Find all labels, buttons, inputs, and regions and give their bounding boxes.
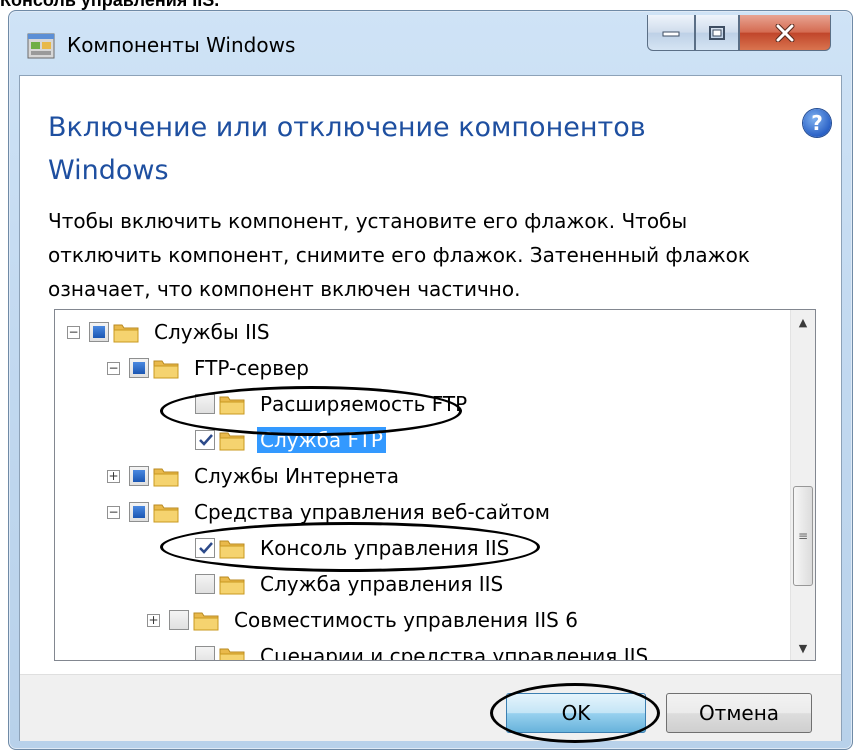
heading-line-2: Windows <box>48 155 169 186</box>
tree-item-label: Средства управления веб-сайтом <box>194 500 550 524</box>
tree-item-label: Службы Интернета <box>194 464 400 488</box>
feature-checkbox[interactable] <box>89 322 109 342</box>
collapse-icon[interactable]: − <box>67 325 80 339</box>
maximize-button[interactable] <box>695 15 739 51</box>
feature-checkbox[interactable] <box>195 394 215 414</box>
tree-item[interactable]: Расширяемость FTP <box>173 386 470 422</box>
tree-item-label: Служба управления IIS <box>260 572 504 596</box>
page-caption: Консоль управления IIS. <box>0 0 220 10</box>
folder-icon <box>153 500 179 524</box>
ok-button[interactable]: OK <box>506 693 646 733</box>
feature-checkbox[interactable] <box>129 466 149 486</box>
tree-item[interactable]: Служба FTP <box>173 422 386 458</box>
feature-checkbox[interactable] <box>195 430 215 450</box>
folder-icon <box>219 392 245 416</box>
tree-item[interactable]: − FTP-сервер <box>107 350 312 386</box>
feature-checkbox[interactable] <box>195 574 215 594</box>
feature-checkbox[interactable] <box>129 358 149 378</box>
collapse-icon[interactable]: − <box>107 505 120 519</box>
folder-icon <box>219 572 245 596</box>
tree-item-label: Совместимость управления IIS 6 <box>234 608 578 632</box>
folder-icon <box>153 356 179 380</box>
expand-icon[interactable]: + <box>107 469 120 483</box>
windows-features-icon <box>27 33 55 59</box>
tree-item-label: Сценарии и средства управления IIS <box>260 644 649 661</box>
maximize-icon <box>709 25 725 40</box>
folder-icon <box>193 608 219 632</box>
folder-icon <box>219 644 245 660</box>
windows-features-dialog: Компоненты Windows Включение или отключе… <box>8 10 853 750</box>
scroll-thumb[interactable]: ≡ <box>793 486 813 586</box>
vertical-scrollbar[interactable]: ▲ ≡ ▼ <box>790 310 815 660</box>
tree-item[interactable]: − Службы IIS <box>67 314 273 350</box>
instructions-text: Чтобы включить компонент, установите его… <box>48 204 828 306</box>
scroll-down-icon[interactable]: ▼ <box>791 636 815 660</box>
title-bar[interactable]: Компоненты Windows <box>9 11 852 81</box>
window-title: Компоненты Windows <box>67 33 296 57</box>
tree-item[interactable]: Консоль управления IIS <box>173 530 512 566</box>
folder-icon <box>219 536 245 560</box>
tree-item-label: Расширяемость FTP <box>260 392 468 416</box>
heading-line-1: Включение или отключение компонентов <box>48 112 646 143</box>
feature-checkbox[interactable] <box>129 502 149 522</box>
features-tree[interactable]: − Службы IIS − FTP-сервер Расширяемость FTP С… <box>54 309 816 661</box>
folder-icon <box>219 428 245 452</box>
tree-item[interactable]: Служба управления IIS <box>173 566 506 602</box>
minimize-button[interactable] <box>647 15 695 51</box>
minimize-icon <box>662 31 680 36</box>
tree-item-label: Службы IIS <box>154 320 270 344</box>
tree-item[interactable]: − Средства управления веб-сайтом <box>107 494 553 530</box>
tree-item-label: Служба FTP <box>257 427 386 453</box>
dialog-heading: Включение или отключение компонентов Win… <box>48 106 778 192</box>
tree-item[interactable]: Сценарии и средства управления IIS <box>173 638 651 661</box>
scroll-up-icon[interactable]: ▲ <box>791 310 815 334</box>
expand-icon[interactable]: + <box>147 613 160 627</box>
close-button[interactable] <box>739 15 831 51</box>
instructions-line-2: отключить компонент, снимите его флажок.… <box>48 243 750 267</box>
close-icon <box>775 23 795 42</box>
tree-item-label: FTP-сервер <box>194 356 309 380</box>
dialog-content: Включение или отключение компонентов Win… <box>19 75 842 743</box>
folder-icon <box>153 464 179 488</box>
instructions-line-1: Чтобы включить компонент, установите его… <box>48 209 688 233</box>
button-bar: OK Отмена <box>20 674 841 743</box>
help-icon[interactable]: ? <box>803 109 831 137</box>
tree-item[interactable]: + Службы Интернета <box>107 458 402 494</box>
cancel-button[interactable]: Отмена <box>666 693 812 733</box>
tree-item[interactable]: + Совместимость управления IIS 6 <box>147 602 581 638</box>
feature-checkbox[interactable] <box>195 646 215 660</box>
feature-checkbox[interactable] <box>195 538 215 558</box>
folder-icon <box>113 320 139 344</box>
tree-item-label: Консоль управления IIS <box>260 536 510 560</box>
collapse-icon[interactable]: − <box>107 361 120 375</box>
feature-checkbox[interactable] <box>169 610 189 630</box>
instructions-line-3: означает, что компонент включен частично… <box>48 277 521 301</box>
